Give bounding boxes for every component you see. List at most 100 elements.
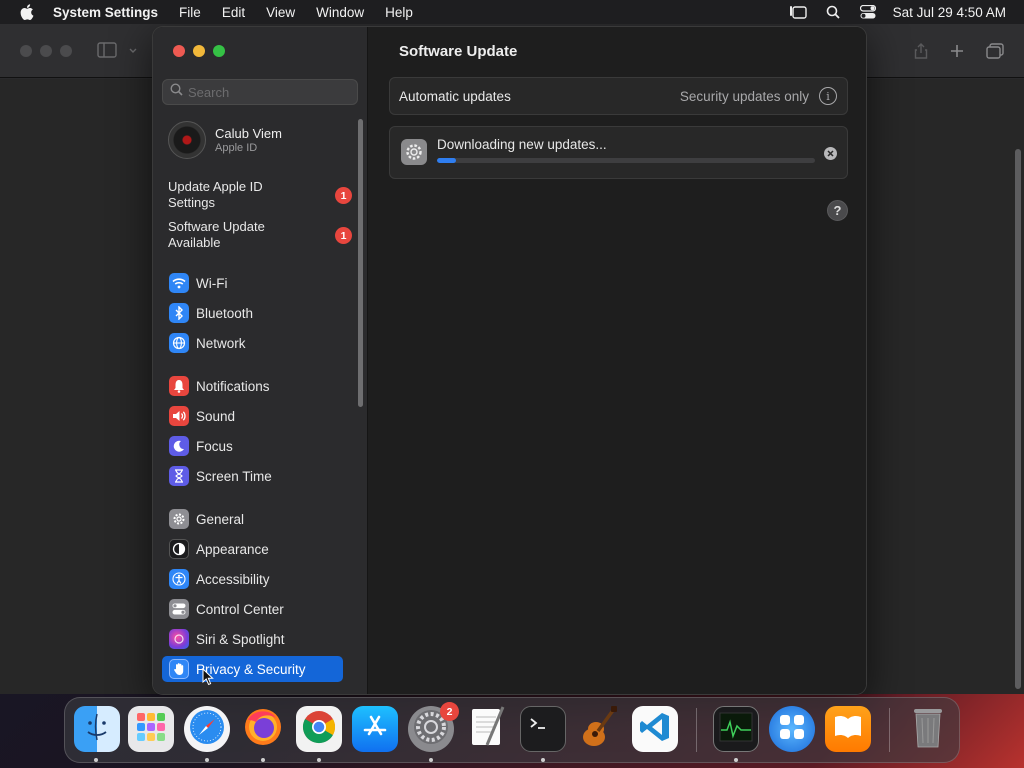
globe-icon	[169, 333, 189, 353]
background-window-minimize-button[interactable]	[40, 45, 52, 57]
app-store-icon	[360, 712, 390, 747]
sidebar-item-label: Focus	[196, 438, 233, 454]
sidebar-item-wifi[interactable]: Wi-Fi	[162, 270, 343, 296]
dock-app-books[interactable]	[825, 706, 871, 752]
chevron-down-icon[interactable]	[128, 42, 138, 60]
control-center-icon[interactable]	[859, 4, 877, 20]
search-input[interactable]	[188, 84, 348, 100]
zoom-button[interactable]	[213, 45, 225, 57]
menubar-clock[interactable]: Sat Jul 29 4:50 AM	[893, 5, 1006, 20]
automatic-updates-value: Security updates only	[679, 89, 809, 104]
notice-label-line1: Update Apple ID	[168, 179, 263, 194]
sidebar-item-focus[interactable]: Focus	[162, 433, 343, 459]
sidebar-item-label: Siri & Spotlight	[196, 631, 285, 647]
apple-logo-icon[interactable]	[18, 3, 36, 21]
running-indicator	[541, 758, 545, 762]
menu-window[interactable]: Window	[316, 5, 364, 20]
apple-id-profile[interactable]: Calub Viem Apple ID	[168, 120, 353, 160]
dock-app-firefox[interactable]	[240, 706, 286, 752]
automatic-updates-label: Automatic updates	[399, 89, 511, 104]
sidebar-item-label: General	[196, 511, 245, 527]
sidebar-item-label: Appearance	[196, 541, 269, 557]
spotlight-search-icon[interactable]	[824, 4, 842, 20]
bell-icon	[169, 376, 189, 396]
sidebar-item-network[interactable]: Network	[162, 330, 343, 356]
search-icon	[170, 83, 183, 101]
dock: 2	[64, 697, 960, 763]
dock-app-safari[interactable]	[184, 706, 230, 752]
sidebar-item-sound[interactable]: Sound	[162, 403, 343, 429]
avatar	[168, 121, 206, 159]
main-panel: Software Update Automatic updates Securi…	[369, 27, 866, 694]
menu-help[interactable]: Help	[385, 5, 413, 20]
sidebar-item-appearance[interactable]: Appearance	[162, 536, 343, 562]
sidebar-item-siri-spotlight[interactable]: Siri & Spotlight	[162, 626, 343, 652]
garageband-icon	[578, 705, 620, 754]
dock-app-vscode[interactable]	[632, 706, 678, 752]
search-field[interactable]	[162, 79, 358, 105]
sidebar-item-accessibility[interactable]: Accessibility	[162, 566, 343, 592]
notice-update-apple-id[interactable]: Update Apple ID Settings	[168, 179, 353, 211]
menu-edit[interactable]: Edit	[222, 5, 245, 20]
running-indicator	[94, 758, 98, 762]
running-indicator	[261, 758, 265, 762]
notice-label-line2: Settings	[168, 195, 215, 210]
dock-app-app-store[interactable]	[352, 706, 398, 752]
sidebar-item-control-center[interactable]: Control Center	[162, 596, 343, 622]
sidebar-item-general[interactable]: General	[162, 506, 343, 532]
running-indicator	[734, 758, 738, 762]
info-icon[interactable]: i	[819, 87, 837, 105]
notice-label-line2: Available	[168, 235, 221, 250]
help-button[interactable]: ?	[827, 200, 848, 221]
dock-app-textedit[interactable]	[464, 705, 510, 752]
gear-icon	[169, 509, 189, 529]
menu-app-name[interactable]: System Settings	[53, 5, 158, 20]
dock-app-chrome[interactable]	[296, 706, 342, 752]
running-indicator	[205, 758, 209, 762]
dock-app-terminal[interactable]	[520, 706, 566, 752]
download-progress-bar	[437, 158, 815, 163]
notice-badge: 1	[335, 227, 352, 244]
menu-file[interactable]: File	[179, 5, 201, 20]
background-window-scrollbar[interactable]	[1015, 149, 1021, 689]
notice-badge: 1	[335, 187, 352, 204]
dock-app-activity-monitor[interactable]	[713, 706, 759, 752]
new-tab-icon[interactable]	[948, 42, 968, 60]
terminal-icon	[528, 715, 558, 744]
dock-app-system-settings[interactable]: 2	[408, 702, 459, 752]
dock-notification-badge: 2	[440, 702, 459, 721]
sidebar-item-label: Notifications	[196, 378, 270, 394]
dock-app-launchpad[interactable]	[128, 706, 174, 752]
menu-view[interactable]: View	[266, 5, 295, 20]
sidebar-item-bluetooth[interactable]: Bluetooth	[162, 300, 343, 326]
sidebar-item-label: Sound	[196, 408, 236, 424]
minimize-button[interactable]	[193, 45, 205, 57]
speaker-icon	[169, 406, 189, 426]
sidebar-toggle-icon[interactable]	[97, 42, 117, 60]
sidebar-item-privacy-security[interactable]: Privacy & Security	[162, 656, 343, 682]
sidebar-item-notifications[interactable]: Notifications	[162, 373, 343, 399]
dock-app-garageband[interactable]	[576, 705, 622, 754]
dock-app-finder[interactable]	[74, 706, 120, 752]
finder-icon	[80, 710, 114, 749]
dock-app-mission-control[interactable]	[769, 706, 815, 752]
share-icon[interactable]	[912, 42, 932, 60]
dock-separator	[696, 708, 697, 752]
vscode-icon	[638, 710, 672, 749]
cancel-download-icon[interactable]	[824, 147, 837, 160]
notice-software-update-available[interactable]: Software Update Available	[168, 219, 353, 251]
tab-overview-icon[interactable]	[985, 42, 1005, 60]
automatic-updates-row: Automatic updates Security updates only …	[389, 77, 848, 115]
download-status-label: Downloading new updates...	[437, 137, 607, 152]
stage-manager-icon[interactable]	[789, 4, 807, 20]
close-button[interactable]	[173, 45, 185, 57]
background-window-zoom-button[interactable]	[60, 45, 72, 57]
dock-app-trash[interactable]	[905, 706, 951, 752]
appearance-icon	[169, 539, 189, 559]
sidebar-item-screen-time[interactable]: Screen Time	[162, 463, 343, 489]
moon-icon	[169, 436, 189, 456]
siri-icon	[169, 629, 189, 649]
background-window-close-button[interactable]	[20, 45, 32, 57]
sidebar-scrollbar[interactable]	[358, 119, 363, 407]
dock-separator	[889, 708, 890, 752]
